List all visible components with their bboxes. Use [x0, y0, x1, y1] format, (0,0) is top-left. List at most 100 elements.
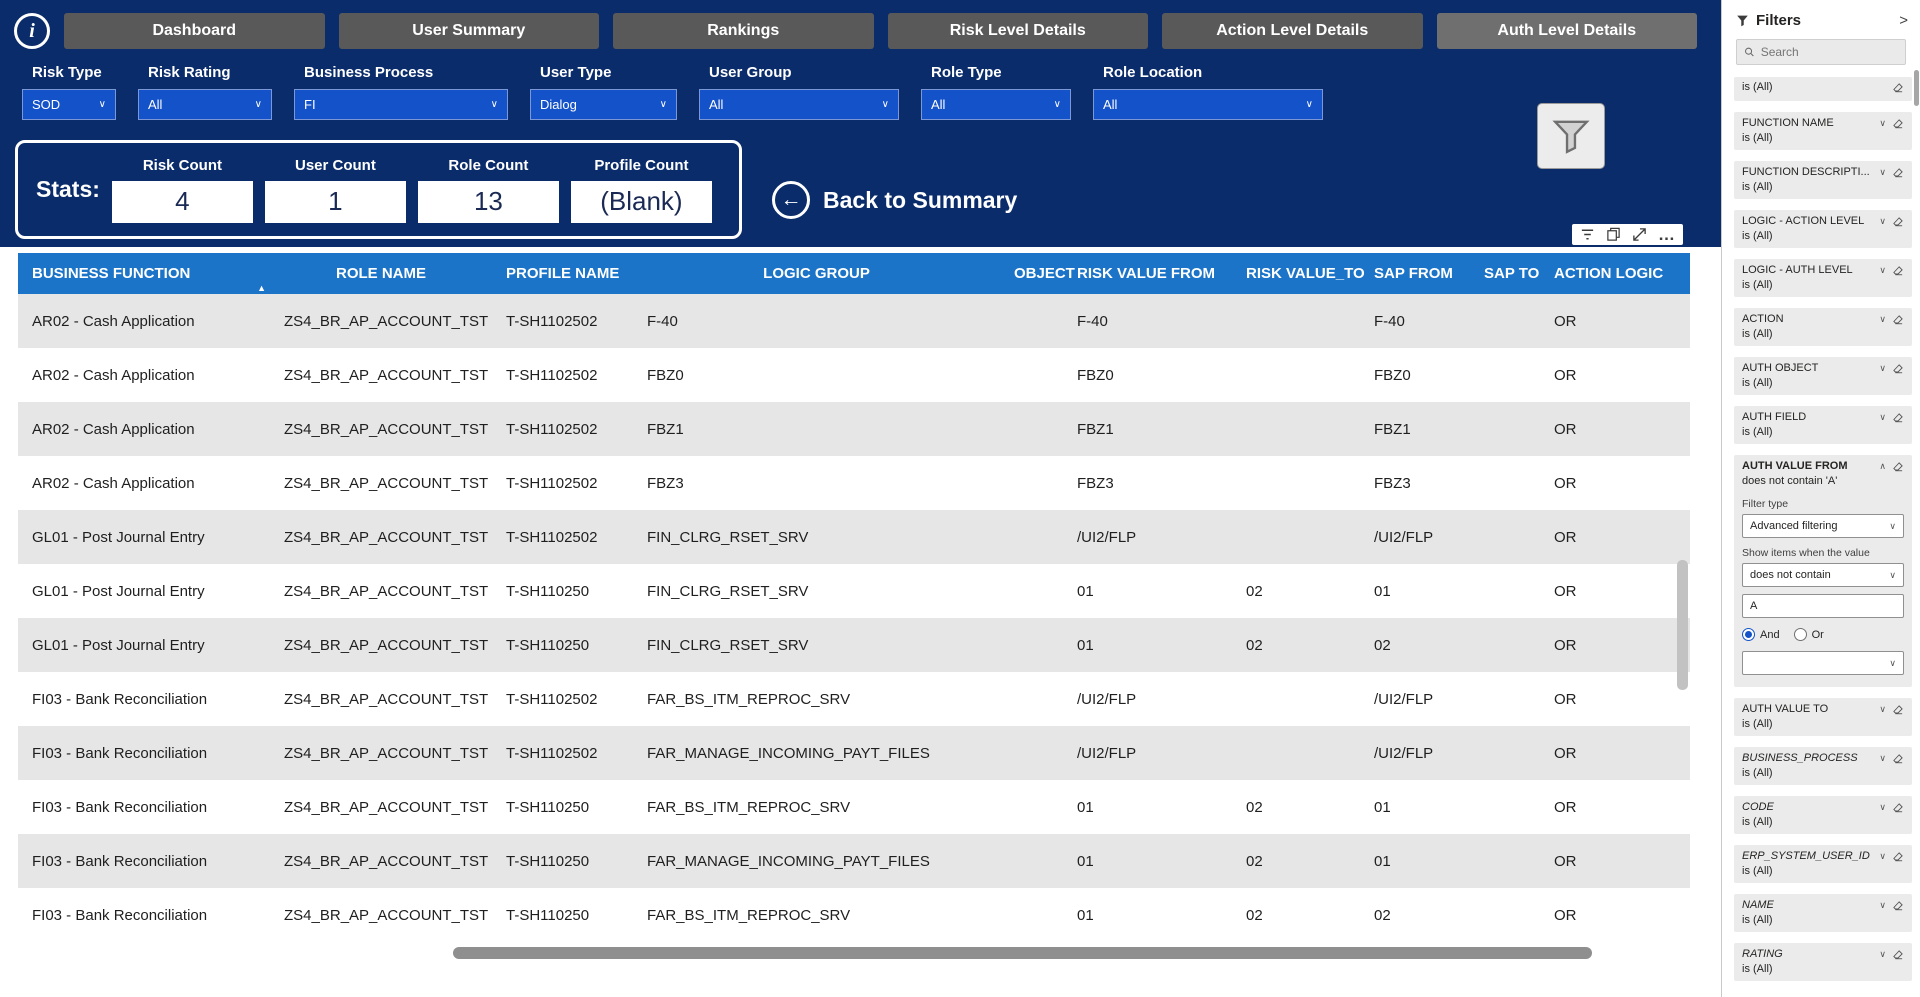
- risk-rating-dropdown[interactable]: All ∨: [138, 89, 272, 120]
- filter-card[interactable]: CODE ∨ is (All): [1734, 796, 1912, 834]
- tab-action-level-details[interactable]: Action Level Details: [1162, 13, 1423, 49]
- eraser-icon[interactable]: [1892, 314, 1904, 326]
- eraser-icon[interactable]: [1892, 949, 1904, 961]
- table-row[interactable]: FI03 - Bank Reconciliation ZS4_BR_AP_ACC…: [18, 834, 1690, 888]
- column-header-role-name[interactable]: ROLE NAME: [270, 253, 492, 294]
- table-row[interactable]: FI03 - Bank Reconciliation ZS4_BR_AP_ACC…: [18, 888, 1690, 942]
- filter-card-partial[interactable]: is (All): [1734, 77, 1912, 101]
- risk-type-dropdown[interactable]: SOD ∨: [22, 89, 116, 120]
- column-header-logic-group[interactable]: LOGIC GROUP: [633, 253, 1000, 294]
- eraser-icon[interactable]: [1892, 851, 1904, 863]
- user-type-dropdown[interactable]: Dialog ∨: [530, 89, 677, 120]
- column-header-business-function[interactable]: BUSINESS FUNCTION ▲: [18, 253, 270, 294]
- back-to-summary-button[interactable]: ← Back to Summary: [772, 181, 1017, 219]
- chevron-down-icon[interactable]: ∨: [1879, 266, 1886, 275]
- collapse-pane-chevron-icon[interactable]: >: [1899, 12, 1908, 29]
- focus-mode-icon[interactable]: [1632, 227, 1647, 242]
- column-header-object[interactable]: OBJECT: [1000, 253, 1075, 294]
- pane-scrollbar-thumb[interactable]: [1914, 70, 1919, 106]
- chevron-down-icon[interactable]: ∨: [1879, 315, 1886, 324]
- chevron-down-icon[interactable]: ∨: [1879, 901, 1886, 910]
- role-type-dropdown[interactable]: All ∨: [921, 89, 1071, 120]
- eraser-icon[interactable]: [1892, 802, 1904, 814]
- eraser-icon[interactable]: [1892, 167, 1904, 179]
- condition-dropdown[interactable]: does not contain ∨: [1742, 563, 1904, 587]
- table-row[interactable]: FI03 - Bank Reconciliation ZS4_BR_AP_ACC…: [18, 672, 1690, 726]
- filter-card[interactable]: ERP_SYSTEM_USER_ID ∨ is (All): [1734, 845, 1912, 883]
- filter-card[interactable]: LOGIC - AUTH LEVEL ∨ is (All): [1734, 259, 1912, 297]
- chevron-down-icon[interactable]: ∨: [1879, 168, 1886, 177]
- filter-card[interactable]: LOGIC - ACTION LEVEL ∨ is (All): [1734, 210, 1912, 248]
- more-options-icon[interactable]: …: [1658, 226, 1675, 243]
- filter-card[interactable]: ACTION ∨ is (All): [1734, 308, 1912, 346]
- table-row[interactable]: GL01 - Post Journal Entry ZS4_BR_AP_ACCO…: [18, 510, 1690, 564]
- filter-card-auth-value-from[interactable]: AUTH VALUE FROM ∧ does not contain 'A' F…: [1734, 455, 1912, 687]
- table-row[interactable]: AR02 - Cash Application ZS4_BR_AP_ACCOUN…: [18, 456, 1690, 510]
- eraser-icon[interactable]: [1892, 753, 1904, 765]
- column-header-profile-name[interactable]: PROFILE NAME: [492, 253, 633, 294]
- chevron-down-icon[interactable]: ∨: [1879, 413, 1886, 422]
- cell-role-name: ZS4_BR_AP_ACCOUNT_TST: [284, 852, 489, 870]
- eraser-icon[interactable]: [1892, 363, 1904, 375]
- column-header-action-logic[interactable]: ACTION LOGIC: [1540, 253, 1678, 294]
- tab-rankings[interactable]: Rankings: [613, 13, 874, 49]
- clear-filters-button[interactable]: [1537, 103, 1605, 169]
- eraser-icon[interactable]: [1892, 265, 1904, 277]
- table-row[interactable]: FI03 - Bank Reconciliation ZS4_BR_AP_ACC…: [18, 780, 1690, 834]
- table-row[interactable]: AR02 - Cash Application ZS4_BR_AP_ACCOUN…: [18, 348, 1690, 402]
- tab-user-summary[interactable]: User Summary: [338, 13, 599, 49]
- eraser-icon[interactable]: [1892, 412, 1904, 424]
- table-row[interactable]: AR02 - Cash Application ZS4_BR_AP_ACCOUN…: [18, 402, 1690, 456]
- chevron-down-icon[interactable]: ∨: [1879, 119, 1886, 128]
- chevron-down-icon[interactable]: ∨: [1879, 803, 1886, 812]
- chevron-down-icon[interactable]: ∨: [1879, 217, 1886, 226]
- tab-auth-level-details[interactable]: Auth Level Details: [1436, 13, 1697, 49]
- horizontal-scrollbar-thumb[interactable]: [453, 947, 1592, 959]
- eraser-icon[interactable]: [1892, 82, 1904, 94]
- eraser-icon[interactable]: [1892, 704, 1904, 716]
- chevron-down-icon[interactable]: ∨: [1879, 852, 1886, 861]
- second-condition-dropdown[interactable]: ∨: [1742, 651, 1904, 675]
- filter-card[interactable]: BUSINESS_PROCESS ∨ is (All): [1734, 747, 1912, 785]
- eraser-icon[interactable]: [1892, 216, 1904, 228]
- chevron-down-icon[interactable]: ∨: [1879, 364, 1886, 373]
- column-header-sap-from[interactable]: SAP FROM: [1360, 253, 1470, 294]
- condition-value-input[interactable]: [1742, 594, 1904, 618]
- search-input[interactable]: [1760, 45, 1898, 59]
- filter-card[interactable]: RATING ∨ is (All): [1734, 943, 1912, 981]
- filter-type-dropdown[interactable]: Advanced filtering ∨: [1742, 514, 1904, 538]
- copy-icon[interactable]: [1606, 227, 1621, 242]
- table-row[interactable]: AR02 - Cash Application ZS4_BR_AP_ACCOUN…: [18, 294, 1690, 348]
- filter-card[interactable]: AUTH FIELD ∨ is (All): [1734, 406, 1912, 444]
- or-radio[interactable]: [1793, 628, 1807, 641]
- vertical-scrollbar-thumb[interactable]: [1677, 560, 1688, 690]
- filter-card[interactable]: FUNCTION NAME ∨ is (All): [1734, 112, 1912, 150]
- eraser-icon[interactable]: [1892, 461, 1904, 473]
- tab-risk-level-details[interactable]: Risk Level Details: [887, 13, 1148, 49]
- eraser-icon[interactable]: [1892, 118, 1904, 130]
- filter-card[interactable]: FUNCTION DESCRIPTI... ∨ is (All): [1734, 161, 1912, 199]
- eraser-icon[interactable]: [1892, 900, 1904, 912]
- filter-card[interactable]: AUTH OBJECT ∨ is (All): [1734, 357, 1912, 395]
- horizontal-scrollbar[interactable]: [18, 947, 1678, 959]
- tab-dashboard[interactable]: Dashboard: [64, 13, 325, 49]
- chevron-down-icon[interactable]: ∨: [1879, 705, 1886, 714]
- column-header-risk-value-from[interactable]: RISK VALUE FROM: [1063, 253, 1232, 294]
- filter-card[interactable]: NAME ∨ is (All): [1734, 894, 1912, 932]
- visual-filter-icon[interactable]: [1580, 227, 1595, 242]
- table-row[interactable]: GL01 - Post Journal Entry ZS4_BR_AP_ACCO…: [18, 618, 1690, 672]
- and-radio[interactable]: [1742, 628, 1755, 641]
- filter-card-auth-value-to[interactable]: AUTH VALUE TO ∨ is (All): [1734, 698, 1912, 736]
- column-header-risk-value-to[interactable]: RISK VALUE_TO: [1232, 253, 1365, 294]
- table-row[interactable]: FI03 - Bank Reconciliation ZS4_BR_AP_ACC…: [18, 726, 1690, 780]
- column-header-sap-to[interactable]: SAP TO: [1470, 253, 1540, 294]
- table-row[interactable]: GL01 - Post Journal Entry ZS4_BR_AP_ACCO…: [18, 564, 1690, 618]
- info-icon[interactable]: i: [14, 13, 50, 49]
- chevron-up-icon[interactable]: ∧: [1879, 462, 1886, 471]
- chevron-down-icon[interactable]: ∨: [1879, 950, 1886, 959]
- chevron-down-icon[interactable]: ∨: [1879, 754, 1886, 763]
- filter-search-box[interactable]: [1736, 39, 1906, 65]
- role-location-dropdown[interactable]: All ∨: [1093, 89, 1323, 120]
- business-process-dropdown[interactable]: FI ∨: [294, 89, 508, 120]
- user-group-dropdown[interactable]: All ∨: [699, 89, 899, 120]
